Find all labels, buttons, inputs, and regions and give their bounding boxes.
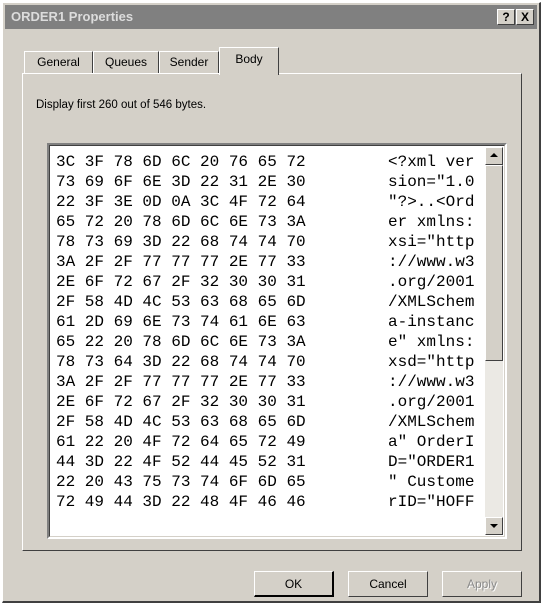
- scroll-down-button[interactable]: [485, 517, 503, 535]
- hex-bytes: 2F 58 4D 4C 53 63 68 65 6D: [56, 293, 306, 311]
- hex-view[interactable]: 3C 3F 78 6D 6C 20 76 65 72 <?xml ver 73 69…: [47, 143, 507, 539]
- ascii-text: xsi="http: [388, 233, 475, 251]
- hex-row: 61 2D 69 6E 73 74 61 6E 63 a-instanc: [56, 312, 474, 332]
- vertical-scrollbar[interactable]: [485, 147, 503, 535]
- ascii-text: .org/2001: [388, 273, 475, 291]
- hex-row: 65 22 20 78 6D 6C 6E 73 3A e" xmlns:: [56, 332, 474, 352]
- body-tab-page: Display first 260 out of 546 bytes. 3C 3…: [22, 73, 522, 551]
- ascii-text: " Custome: [388, 473, 475, 491]
- hex-row: 22 20 43 75 73 74 6F 6D 65 " Custome: [56, 472, 474, 492]
- ascii-text: /XMLSchem: [388, 413, 475, 431]
- arrow-up-icon: [490, 153, 498, 157]
- hex-row: 72 49 44 3D 22 48 4F 46 46 rID="HOFF: [56, 492, 474, 512]
- close-button[interactable]: X: [516, 9, 534, 25]
- hex-row: 22 3F 3E 0D 0A 3C 4F 72 64 "?>..<Ord: [56, 192, 474, 212]
- ascii-text: <?xml ver: [388, 153, 475, 171]
- hex-bytes: 2F 58 4D 4C 53 63 68 65 6D: [56, 413, 306, 431]
- hex-bytes: 2E 6F 72 67 2F 32 30 30 31: [56, 393, 306, 411]
- title-bar[interactable]: ORDER1 Properties ? X: [5, 5, 537, 29]
- hex-bytes: 2E 6F 72 67 2F 32 30 30 31: [56, 273, 306, 291]
- hex-row: 2F 58 4D 4C 53 63 68 65 6D/XMLSchem: [56, 412, 474, 432]
- hex-bytes: 22 3F 3E 0D 0A 3C 4F 72 64: [56, 193, 306, 211]
- ascii-text: .org/2001: [388, 393, 475, 411]
- ascii-text: xsd="http: [388, 353, 475, 371]
- tab-sender[interactable]: Sender: [159, 51, 219, 73]
- hex-bytes: 72 49 44 3D 22 48 4F 46 46: [56, 493, 306, 511]
- properties-dialog: ORDER1 Properties ? X General Queues Sen…: [2, 2, 541, 603]
- ascii-text: ://www.w3: [388, 373, 475, 391]
- apply-button[interactable]: Apply: [442, 571, 522, 597]
- hex-view-inner: 3C 3F 78 6D 6C 20 76 65 72 <?xml ver 73 69…: [49, 145, 505, 537]
- hex-row: 3C 3F 78 6D 6C 20 76 65 72 <?xml ver: [56, 152, 474, 172]
- ascii-text: sion="1.0: [388, 173, 475, 191]
- hex-bytes: 3A 2F 2F 77 77 77 2E 77 33: [56, 373, 306, 391]
- hex-row: 2F 58 4D 4C 53 63 68 65 6D/XMLSchem: [56, 292, 474, 312]
- hex-row: 78 73 64 3D 22 68 74 74 70 xsd="http: [56, 352, 474, 372]
- hex-row: 3A 2F 2F 77 77 77 2E 77 33 ://www.w3: [56, 372, 474, 392]
- ascii-text: /XMLSchem: [388, 293, 475, 311]
- cancel-button[interactable]: Cancel: [348, 571, 428, 597]
- ascii-text: a" OrderI: [388, 433, 475, 451]
- hex-row: 2E 6F 72 67 2F 32 30 30 31 .org/2001: [56, 272, 474, 292]
- hex-row: 78 73 69 3D 22 68 74 74 70 xsi="http: [56, 232, 474, 252]
- hex-bytes: 3A 2F 2F 77 77 77 2E 77 33: [56, 253, 306, 271]
- arrow-down-icon: [490, 524, 498, 528]
- ok-button[interactable]: OK: [254, 571, 334, 597]
- ascii-text: rID="HOFF: [388, 493, 475, 511]
- tab-general[interactable]: General: [24, 51, 93, 73]
- display-note: Display first 260 out of 546 bytes.: [36, 99, 207, 111]
- hex-bytes: 44 3D 22 4F 52 44 45 52 31: [56, 453, 306, 471]
- ascii-text: er xmlns:: [388, 213, 475, 231]
- tab-body[interactable]: Body: [219, 47, 279, 75]
- hex-bytes: 73 69 6F 6E 3D 22 31 2E 30: [56, 173, 306, 191]
- hex-row: 3A 2F 2F 77 77 77 2E 77 33 ://www.w3: [56, 252, 474, 272]
- ascii-text: e" xmlns:: [388, 333, 475, 351]
- ascii-text: D="ORDER1: [388, 453, 475, 471]
- hex-bytes: 3C 3F 78 6D 6C 20 76 65 72: [56, 153, 306, 171]
- hex-bytes: 65 22 20 78 6D 6C 6E 73 3A: [56, 333, 306, 351]
- ascii-text: a-instanc: [388, 313, 475, 331]
- hex-row: 65 72 20 78 6D 6C 6E 73 3A er xmlns:: [56, 212, 474, 232]
- scroll-thumb[interactable]: [485, 165, 503, 361]
- hex-bytes: 65 72 20 78 6D 6C 6E 73 3A: [56, 213, 306, 231]
- hex-row: 2E 6F 72 67 2F 32 30 30 31 .org/2001: [56, 392, 474, 412]
- help-button[interactable]: ?: [497, 9, 515, 25]
- hex-row: 73 69 6F 6E 3D 22 31 2E 30 sion="1.0: [56, 172, 474, 192]
- ascii-text: ://www.w3: [388, 253, 475, 271]
- window-title: ORDER1 Properties: [11, 9, 134, 24]
- hex-row: 44 3D 22 4F 52 44 45 52 31 D="ORDER1: [56, 452, 474, 472]
- hex-bytes: 22 20 43 75 73 74 6F 6D 65: [56, 473, 306, 491]
- hex-bytes: 78 73 69 3D 22 68 74 74 70: [56, 233, 306, 251]
- hex-bytes: 61 2D 69 6E 73 74 61 6E 63: [56, 313, 306, 331]
- ascii-text: "?>..<Ord: [388, 193, 475, 211]
- hex-bytes: 61 22 20 4F 72 64 65 72 49: [56, 433, 306, 451]
- hex-row: 61 22 20 4F 72 64 65 72 49 a" OrderI: [56, 432, 474, 452]
- tab-queues[interactable]: Queues: [93, 51, 159, 73]
- scroll-up-button[interactable]: [485, 147, 503, 165]
- hex-bytes: 78 73 64 3D 22 68 74 74 70: [56, 353, 306, 371]
